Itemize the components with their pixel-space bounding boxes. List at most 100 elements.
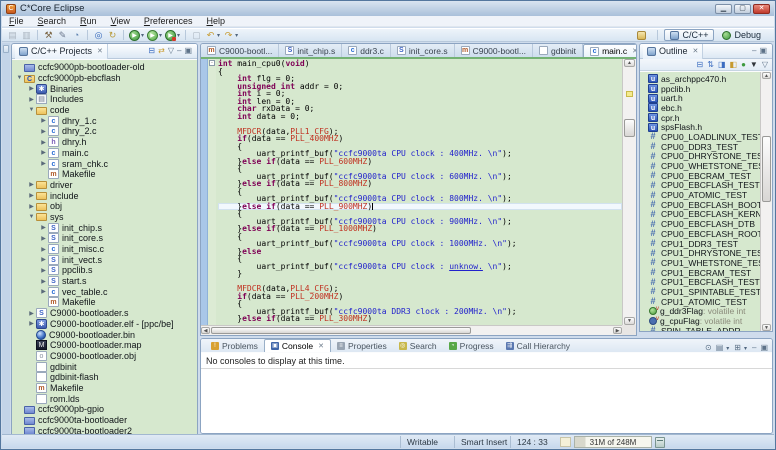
- tree-item[interactable]: ▶driver: [12, 180, 197, 191]
- tree-item[interactable]: ▶cmain.c: [12, 148, 197, 159]
- fold-minus-icon[interactable]: -: [209, 60, 215, 66]
- projects-view-tab[interactable]: C/C++ Projects ✕: [15, 44, 108, 59]
- build-button[interactable]: ⚒: [42, 29, 55, 41]
- outline-list[interactable]: uas_archppc470.huppclib.huuart.huebc.huc…: [640, 72, 760, 331]
- dropdown-arrow-icon[interactable]: ▾: [217, 32, 220, 39]
- perspective-debug-button[interactable]: Debug: [717, 29, 766, 41]
- maximize-view-button[interactable]: ▣: [759, 47, 767, 55]
- tree-item[interactable]: ▶hdhry.h: [12, 137, 197, 148]
- code-line[interactable]: }: [218, 270, 622, 278]
- open-console-button[interactable]: ⊞: [734, 344, 741, 352]
- vertical-scroll-thumb[interactable]: [762, 136, 771, 202]
- twisty-icon[interactable]: ▶: [39, 139, 48, 146]
- twisty-icon[interactable]: ▶: [27, 203, 36, 210]
- back-button[interactable]: ↶: [204, 29, 217, 41]
- collapse-all-button[interactable]: ⊟: [697, 61, 704, 69]
- outline-item[interactable]: uppclib.h: [640, 84, 760, 94]
- outline-item[interactable]: #CPU1_DDR3_TEST: [640, 239, 760, 249]
- editor-tab[interactable]: Sinit_core.s: [391, 44, 455, 57]
- close-view-icon[interactable]: ✕: [97, 47, 103, 55]
- outline-item[interactable]: #CPU1_WHETSTONE_TEST: [640, 258, 760, 268]
- minimize-view-button[interactable]: –: [177, 47, 181, 55]
- code-line[interactable]: }else: [218, 248, 622, 256]
- twisty-icon[interactable]: ▶: [39, 224, 48, 231]
- editor-tab[interactable]: mC9000-bootl...: [201, 44, 279, 57]
- mark-occurrences-button[interactable]: ✎: [56, 29, 69, 41]
- tree-item[interactable]: ▶cinit_misc.c: [12, 244, 197, 255]
- vertical-scroll-thumb[interactable]: [624, 119, 635, 137]
- save-all-button[interactable]: ▥: [20, 29, 33, 41]
- tree-item[interactable]: ▼Cccfc9000pb-ebcflash: [12, 73, 197, 84]
- open-element-button[interactable]: ◎: [92, 29, 105, 41]
- twisty-icon[interactable]: ▶: [27, 85, 36, 92]
- scroll-up-icon[interactable]: ▲: [624, 59, 635, 67]
- link-with-editor-button[interactable]: ⇄: [158, 47, 165, 55]
- hide-non-public-members-button[interactable]: ●: [741, 61, 746, 69]
- scroll-left-icon[interactable]: ◀: [201, 327, 210, 334]
- twisty-icon[interactable]: ▶: [27, 192, 36, 199]
- twisty-icon[interactable]: ▼: [15, 75, 24, 81]
- close-view-icon[interactable]: ✕: [693, 47, 699, 55]
- twisty-icon[interactable]: ▶: [39, 160, 48, 167]
- twisty-icon[interactable]: ▶: [39, 246, 48, 253]
- debug-button[interactable]: ▶: [129, 30, 140, 41]
- tree-item[interactable]: ▼code: [12, 105, 197, 116]
- code-line[interactable]: }else if(data == PLL_900MHZ): [218, 203, 622, 211]
- tree-item[interactable]: C9000-bootloader.bin: [12, 329, 197, 340]
- history-button[interactable]: ◔: [70, 29, 83, 41]
- menu-file[interactable]: File: [2, 16, 31, 26]
- view-menu-button[interactable]: ▽: [762, 61, 768, 69]
- tree-item[interactable]: ▶Sinit_core.s: [12, 233, 197, 244]
- outline-item[interactable]: #CPU1_DHRYSTONE_TEST: [640, 248, 760, 258]
- scroll-down-icon[interactable]: ▼: [762, 324, 771, 331]
- code-line[interactable]: int data = 0;: [218, 113, 622, 121]
- outline-item[interactable]: uuart.h: [640, 93, 760, 103]
- code-line[interactable]: uart_printf_buf("ccfc9000ta CPU clock : …: [218, 240, 622, 248]
- tree-item[interactable]: MC9000-bootloader.map: [12, 340, 197, 351]
- tree-item[interactable]: mMakefile: [12, 169, 197, 180]
- garbage-collect-icon[interactable]: [655, 437, 665, 448]
- outline-item[interactable]: #CPU0_EBCFLASH_KERNEL: [640, 210, 760, 220]
- outline-item[interactable]: #CPU0_EBCRAM_TEST: [640, 171, 760, 181]
- console-tab-search[interactable]: ◎Search: [393, 339, 443, 352]
- tree-item[interactable]: mMakefile: [12, 383, 197, 394]
- display-selected-console-button[interactable]: ▤: [716, 344, 724, 352]
- restore-window-button[interactable]: ▢: [734, 4, 751, 14]
- outline-item[interactable]: #CPU0_EBCFLASH_TEST: [640, 181, 760, 191]
- scroll-up-icon[interactable]: ▲: [762, 72, 771, 79]
- outline-item[interactable]: #CPU0_WHETSTONE_TEST: [640, 161, 760, 171]
- outline-item[interactable]: #CPU1_EBCRAM_TEST: [640, 268, 760, 278]
- tree-item[interactable]: ▶✱C9000-bootloader.elf - [ppc/be]: [12, 319, 197, 330]
- code-line[interactable]: }else if(data == PLL_800MHZ): [218, 180, 622, 188]
- outline-item[interactable]: g_cpuFlag : volatile int: [640, 316, 760, 326]
- editor-tab[interactable]: cmain.c✕: [583, 44, 637, 57]
- title-bar[interactable]: C C*Core Eclipse ▁ ▢ ✕: [2, 1, 774, 16]
- menu-run[interactable]: Run: [73, 16, 104, 26]
- console-tab-problems[interactable]: !Problems: [205, 339, 264, 352]
- tree-item[interactable]: rom.lds: [12, 393, 197, 404]
- heap-status[interactable]: 31M of 248M: [574, 436, 652, 448]
- outline-item[interactable]: uspsFlash.h: [640, 122, 760, 132]
- tree-item[interactable]: ▶cdhry_1.c: [12, 115, 197, 126]
- twisty-icon[interactable]: ▼: [27, 214, 36, 220]
- maximize-button[interactable]: ▣: [760, 344, 768, 352]
- menu-help[interactable]: Help: [199, 16, 232, 26]
- view-menu-button[interactable]: ▽: [168, 47, 174, 55]
- close-tab-icon[interactable]: ✕: [632, 47, 637, 55]
- scroll-down-icon[interactable]: ▼: [624, 317, 635, 325]
- outline-item[interactable]: #CPU1_EBCFLASH_TEST: [640, 277, 760, 287]
- minimize-view-button[interactable]: –: [752, 47, 756, 55]
- outline-item[interactable]: #CPU0_LOADLINUX_TEST: [640, 132, 760, 142]
- outline-view-tab[interactable]: Outline ✕: [643, 44, 703, 59]
- tree-item[interactable]: gdbinit: [12, 361, 197, 372]
- external-tools-button[interactable]: ▶: [165, 30, 176, 41]
- tree-item[interactable]: ccfc9000ta-bootloader2: [12, 425, 197, 434]
- dropdown-arrow-icon[interactable]: ▾: [235, 32, 238, 39]
- collapse-all-button[interactable]: ⊟: [148, 47, 155, 55]
- refresh-button[interactable]: ↻: [106, 29, 119, 41]
- menu-view[interactable]: View: [104, 16, 137, 26]
- dropdown-arrow-icon[interactable]: ▾: [141, 32, 144, 39]
- menu-preferences[interactable]: Preferences: [137, 16, 200, 26]
- outline-scrollbar[interactable]: ▲ ▼: [760, 72, 772, 331]
- editor-tab[interactable]: cddr3.c: [342, 44, 391, 57]
